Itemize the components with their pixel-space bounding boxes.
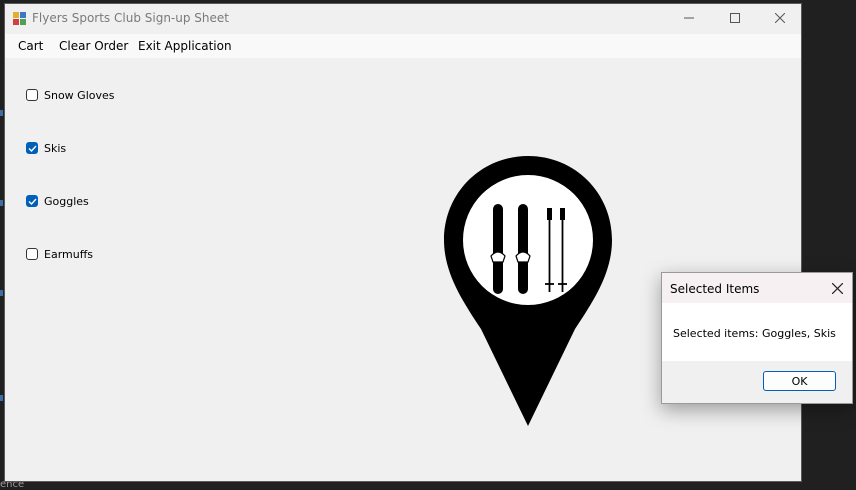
dialog-footer: OK (662, 361, 852, 403)
close-button[interactable] (757, 4, 803, 34)
checkbox-label: Skis (44, 141, 67, 155)
checkmark-icon (28, 145, 37, 152)
checkbox-label: Goggles (44, 194, 89, 208)
ok-button[interactable]: OK (763, 371, 836, 391)
minimize-button[interactable] (666, 4, 712, 34)
editor-marker (0, 110, 3, 116)
checkbox-box[interactable] (26, 142, 38, 154)
title-bar[interactable]: Flyers Sports Club Sign-up Sheet (5, 4, 801, 34)
close-icon (831, 282, 843, 294)
checkbox-snow-gloves[interactable]: Snow Gloves (26, 87, 115, 103)
checkbox-box[interactable] (26, 89, 38, 101)
maximize-icon (730, 10, 740, 28)
menu-exit-application[interactable]: Exit Application (138, 39, 232, 53)
selected-items-dialog: Selected Items Selected items: Goggles, … (661, 272, 853, 404)
window-title: Flyers Sports Club Sign-up Sheet (32, 11, 229, 25)
dialog-title-bar[interactable]: Selected Items (662, 273, 852, 303)
menu-clear-order[interactable]: Clear Order (59, 39, 128, 53)
dialog-message: Selected items: Goggles, Skis (673, 327, 836, 340)
editor-marker (0, 200, 3, 206)
menu-cart[interactable]: Cart (18, 39, 43, 53)
editor-marker (0, 395, 3, 401)
checkbox-goggles[interactable]: Goggles (26, 193, 89, 209)
checkbox-label: Earmuffs (44, 247, 94, 261)
ski-location-pin-icon (443, 156, 613, 426)
checkmark-icon (28, 198, 37, 205)
checkbox-box[interactable] (26, 195, 38, 207)
checkbox-earmuffs[interactable]: Earmuffs (26, 246, 93, 262)
editor-marker (0, 290, 3, 296)
minimize-icon (684, 10, 694, 28)
checkbox-box[interactable] (26, 248, 38, 260)
checkbox-label: Snow Gloves (44, 88, 115, 102)
app-window: Flyers Sports Club Sign-up Sheet Cart Cl… (4, 3, 802, 482)
dialog-title: Selected Items (670, 282, 760, 296)
checkbox-skis[interactable]: Skis (26, 140, 66, 156)
dialog-close-button[interactable] (828, 279, 846, 297)
close-icon (774, 10, 786, 28)
menu-bar: Cart Clear Order Exit Application (5, 34, 801, 58)
form-client-area: Snow Gloves Skis Goggles Earmuffs (5, 58, 801, 481)
maximize-button[interactable] (712, 4, 758, 34)
app-icon (12, 11, 27, 26)
